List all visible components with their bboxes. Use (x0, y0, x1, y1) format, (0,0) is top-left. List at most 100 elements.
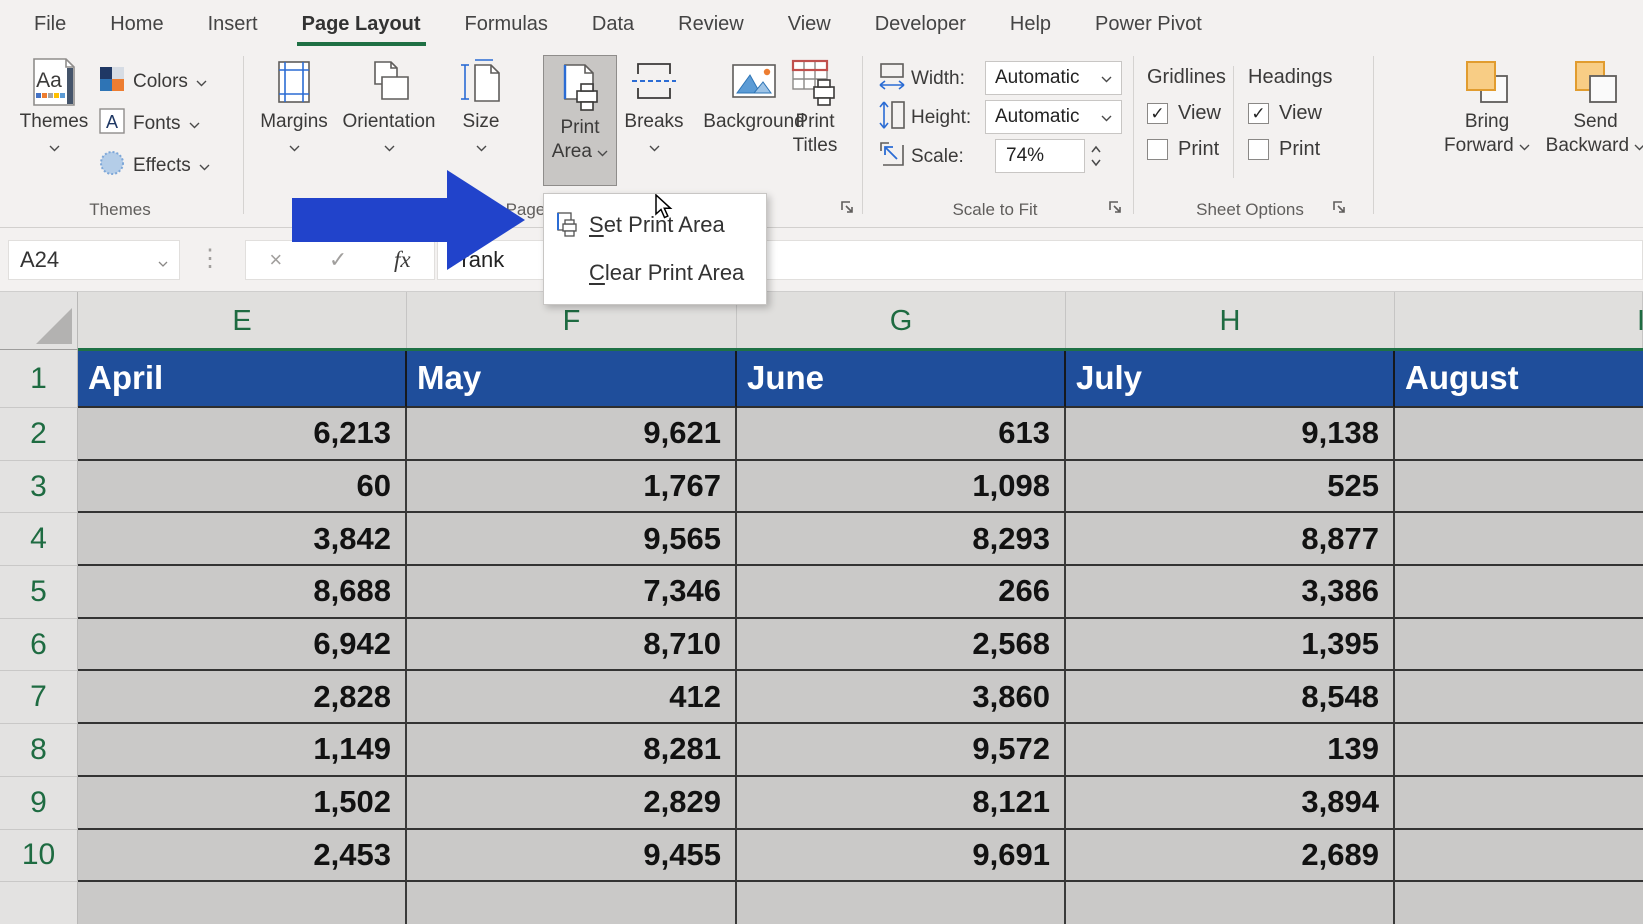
cell-H2[interactable]: 9,138 (1066, 408, 1395, 461)
gridlines-print-checkbox-row[interactable]: Print (1147, 138, 1226, 161)
cell-G-partial[interactable] (737, 882, 1066, 924)
themes-button[interactable]: Aa Themes (16, 54, 92, 158)
tab-file[interactable]: File (12, 0, 88, 48)
theme-fonts-button[interactable]: A Fonts (99, 108, 200, 140)
breaks-button[interactable]: Breaks (621, 54, 687, 158)
scale-to-fit-dialog-launcher-icon[interactable] (1106, 198, 1124, 216)
row-header-8[interactable]: 8 (0, 724, 78, 777)
width-combo[interactable]: Automatic (985, 61, 1122, 95)
theme-colors-button[interactable]: Colors (99, 66, 207, 98)
cell-I3[interactable] (1395, 461, 1643, 514)
tab-data[interactable]: Data (570, 0, 656, 48)
cell-G7[interactable]: 3,860 (737, 671, 1066, 724)
cell-I6[interactable] (1395, 619, 1643, 672)
tab-developer[interactable]: Developer (853, 0, 988, 48)
name-box-dropdown-icon[interactable] (158, 247, 168, 273)
cell-G8[interactable]: 9,572 (737, 724, 1066, 777)
row-header-6[interactable]: 6 (0, 619, 78, 672)
cell-H7[interactable]: 8,548 (1066, 671, 1395, 724)
name-box[interactable]: A24 (8, 240, 180, 280)
margins-button[interactable]: Margins (256, 54, 332, 158)
cell-F10[interactable]: 9,455 (407, 830, 737, 883)
cell-H10[interactable]: 2,689 (1066, 830, 1395, 883)
cell-I9[interactable] (1395, 777, 1643, 830)
send-backward-button[interactable]: Send Backward (1538, 54, 1643, 158)
column-header-E[interactable]: E (78, 292, 407, 350)
menu-item-clear-print-area[interactable]: Clear Print Area (544, 249, 766, 297)
tab-view[interactable]: View (766, 0, 853, 48)
cell-I10[interactable] (1395, 830, 1643, 883)
headings-view-checkbox-row[interactable]: ✓ View (1248, 102, 1333, 125)
cell-H1[interactable]: July (1066, 350, 1395, 408)
cell-H-partial[interactable] (1066, 882, 1395, 924)
cell-G10[interactable]: 9,691 (737, 830, 1066, 883)
cell-F-partial[interactable] (407, 882, 737, 924)
cell-H9[interactable]: 3,894 (1066, 777, 1395, 830)
row-header-9[interactable]: 9 (0, 777, 78, 830)
cell-H3[interactable]: 525 (1066, 461, 1395, 514)
cell-F4[interactable]: 9,565 (407, 513, 737, 566)
row-header-7[interactable]: 7 (0, 671, 78, 724)
cell-I2[interactable] (1395, 408, 1643, 461)
tab-help[interactable]: Help (988, 0, 1073, 48)
cell-I8[interactable] (1395, 724, 1643, 777)
cell-I1[interactable]: August (1395, 350, 1643, 408)
cell-E7[interactable]: 2,828 (78, 671, 407, 724)
bring-forward-button[interactable]: Bring Forward (1437, 54, 1537, 158)
cell-H4[interactable]: 8,877 (1066, 513, 1395, 566)
cell-E5[interactable]: 8,688 (78, 566, 407, 619)
gridlines-view-checkbox[interactable]: ✓ (1147, 103, 1168, 124)
gridlines-print-checkbox[interactable] (1147, 139, 1168, 160)
headings-view-checkbox[interactable]: ✓ (1248, 103, 1269, 124)
scale-spinner-input[interactable]: 74% (995, 139, 1085, 173)
cell-F7[interactable]: 412 (407, 671, 737, 724)
cell-G4[interactable]: 8,293 (737, 513, 1066, 566)
row-header-5[interactable]: 5 (0, 566, 78, 619)
gridlines-view-checkbox-row[interactable]: ✓ View (1147, 102, 1226, 125)
cell-E1[interactable]: April (78, 350, 407, 408)
tab-insert[interactable]: Insert (186, 0, 280, 48)
row-header-4[interactable]: 4 (0, 513, 78, 566)
tab-page-layout[interactable]: Page Layout (280, 0, 443, 48)
column-header-G[interactable]: G (737, 292, 1066, 350)
cell-E8[interactable]: 1,149 (78, 724, 407, 777)
cell-H6[interactable]: 1,395 (1066, 619, 1395, 672)
insert-function-icon[interactable]: fx (394, 247, 411, 273)
cell-G1[interactable]: June (737, 350, 1066, 408)
row-header-2[interactable]: 2 (0, 408, 78, 461)
cell-E10[interactable]: 2,453 (78, 830, 407, 883)
cell-G2[interactable]: 613 (737, 408, 1066, 461)
cell-F9[interactable]: 2,829 (407, 777, 737, 830)
cell-G3[interactable]: 1,098 (737, 461, 1066, 514)
cell-E6[interactable]: 6,942 (78, 619, 407, 672)
tab-formulas[interactable]: Formulas (443, 0, 570, 48)
tab-home[interactable]: Home (88, 0, 185, 48)
cell-F6[interactable]: 8,710 (407, 619, 737, 672)
headings-print-checkbox-row[interactable]: Print (1248, 138, 1333, 161)
row-header-partial[interactable] (0, 882, 78, 924)
cell-I4[interactable] (1395, 513, 1643, 566)
cell-G5[interactable]: 266 (737, 566, 1066, 619)
theme-effects-button[interactable]: Effects (99, 150, 210, 182)
row-header-1[interactable]: 1 (0, 350, 78, 408)
cell-F2[interactable]: 9,621 (407, 408, 737, 461)
orientation-button[interactable]: Orientation (333, 54, 445, 158)
cell-F1[interactable]: May (407, 350, 737, 408)
headings-print-checkbox[interactable] (1248, 139, 1269, 160)
cell-I-partial[interactable] (1395, 882, 1643, 924)
cell-E2[interactable]: 6,213 (78, 408, 407, 461)
sheet-options-dialog-launcher-icon[interactable] (1330, 198, 1348, 216)
cell-I7[interactable] (1395, 671, 1643, 724)
cell-F8[interactable]: 8,281 (407, 724, 737, 777)
cancel-icon[interactable]: × (269, 247, 282, 273)
cell-F5[interactable]: 7,346 (407, 566, 737, 619)
cell-E-partial[interactable] (78, 882, 407, 924)
page-setup-dialog-launcher-icon[interactable] (838, 198, 856, 216)
print-titles-button[interactable]: Print Titles (779, 54, 851, 158)
column-header-I[interactable]: I (1395, 292, 1643, 350)
row-header-3[interactable]: 3 (0, 461, 78, 514)
tab-review[interactable]: Review (656, 0, 766, 48)
cell-E9[interactable]: 1,502 (78, 777, 407, 830)
height-combo[interactable]: Automatic (985, 100, 1122, 134)
cell-E4[interactable]: 3,842 (78, 513, 407, 566)
